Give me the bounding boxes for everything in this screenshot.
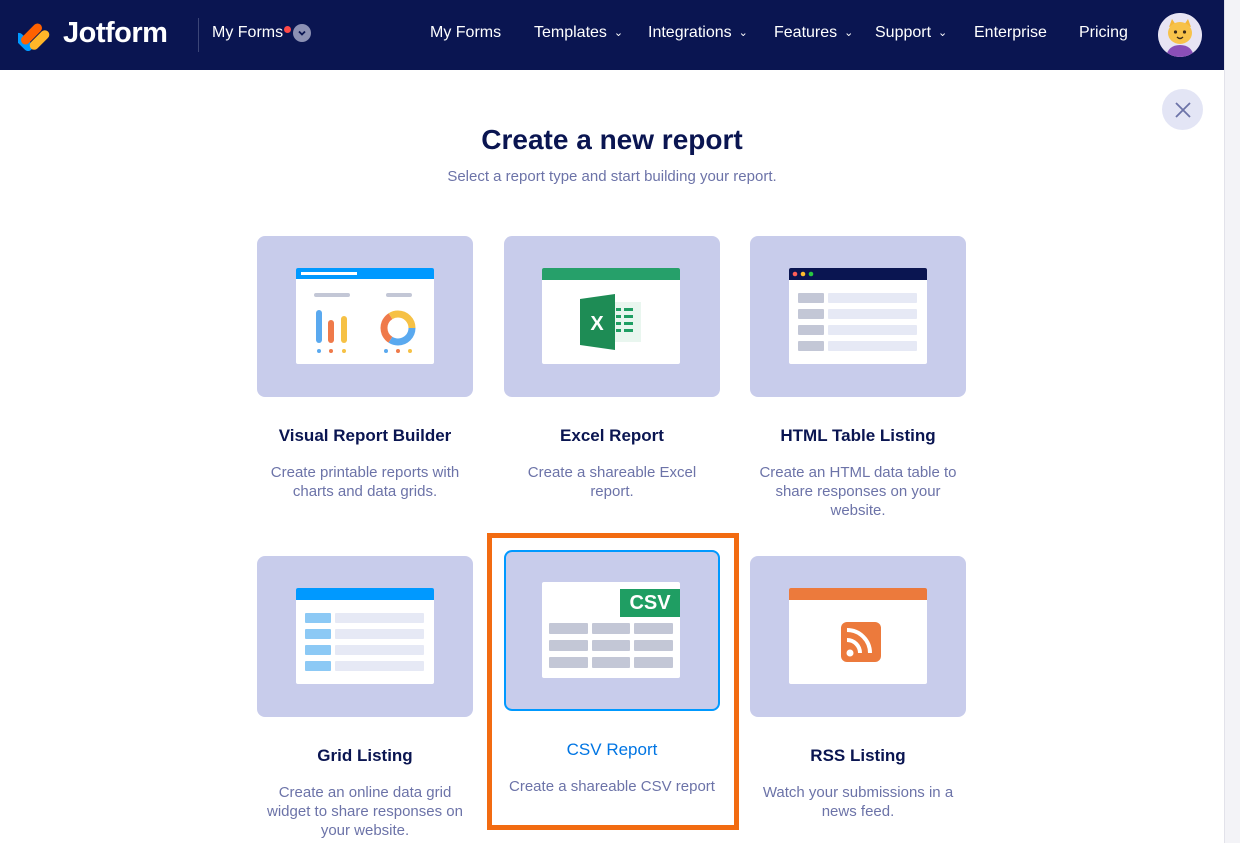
close-icon [1174,101,1191,118]
my-forms-switcher[interactable]: My Forms [212,24,312,42]
nav-label: Support [875,24,932,41]
card-description: Create printable reports with charts and… [270,464,460,500]
scrollbar-track[interactable] [1224,0,1240,843]
nav-my-forms[interactable]: My Forms [430,24,501,42]
grid-icon [296,588,434,684]
chart-report-icon [296,268,434,364]
report-option-rss-listing[interactable]: RSS Listing Watch your submissions in a … [750,556,966,821]
card-thumbnail [750,556,966,717]
top-navigation-bar: Jotform My Forms My Forms Templates ⌄ Int… [0,0,1224,70]
nav-features[interactable]: Features ⌄ [774,24,853,42]
card-title: HTML Table Listing [780,426,936,445]
nav-pricing[interactable]: Pricing [1079,24,1128,42]
jotform-logo-icon[interactable] [18,19,50,51]
modal-subtitle: Select a report type and start building … [447,168,777,185]
nav-templates[interactable]: Templates ⌄ [534,24,623,42]
excel-icon: X [542,268,680,364]
report-option-grid-listing[interactable]: Grid Listing Create an online data grid … [257,556,473,840]
brand-divider [198,18,199,52]
my-forms-switcher-label: My Forms [212,24,284,41]
nav-label: Features [774,24,838,41]
card-title: Excel Report [560,426,664,445]
rss-icon [789,588,927,684]
card-title: Grid Listing [317,746,413,765]
nav-label: Integrations [648,24,732,41]
chevron-down-icon[interactable] [293,24,312,42]
card-thumbnail: X [504,236,720,397]
report-option-csv-report[interactable]: CSV CSV Report Create a shareable CSV re… [504,550,720,796]
html-table-icon [789,268,927,364]
report-option-excel-report[interactable]: X Excel Report Create a shareable Excel … [504,236,720,501]
nav-label: Enterprise [974,24,1047,41]
chevron-down-icon: ⌄ [938,27,948,39]
card-description: Create an HTML data table to share respo… [759,464,957,519]
nav-integrations[interactable]: Integrations ⌄ [648,24,748,42]
brand-name[interactable]: Jotform [63,17,168,50]
chevron-down-icon: ⌄ [613,27,624,39]
card-description: Create a shareable CSV report [509,778,715,795]
card-title: Visual Report Builder [278,426,452,445]
svg-text:X: X [590,313,604,335]
csv-badge-label: CSV [629,592,671,614]
modal-title: Create a new report [481,124,743,155]
chevron-down-icon: ⌄ [844,27,854,39]
nav-enterprise[interactable]: Enterprise [974,24,1047,42]
nav-label: My Forms [430,24,502,41]
report-option-visual-report-builder[interactable]: Visual Report Builder Create printable r… [257,236,473,501]
card-description: Create an online data grid widget to sha… [267,784,463,839]
chevron-down-icon: ⌄ [738,27,748,39]
nav-support[interactable]: Support ⌄ [875,24,947,42]
notification-dot [284,26,291,33]
card-title: CSV Report [566,740,658,759]
nav-label: Templates [534,24,607,41]
csv-icon: CSV [542,582,680,678]
card-description: Watch your submissions in a news feed. [762,784,954,820]
card-thumbnail [257,236,473,397]
card-thumbnail [750,236,966,397]
card-thumbnail [257,556,473,717]
card-title: RSS Listing [810,746,906,765]
cat-avatar-icon [1158,13,1202,57]
card-description: Create a shareable Excel report. [527,464,697,500]
report-option-html-table-listing[interactable]: HTML Table Listing Create an HTML data t… [750,236,966,520]
card-thumbnail: CSV [504,550,720,711]
user-avatar[interactable] [1158,13,1202,57]
nav-label: Pricing [1079,24,1128,41]
